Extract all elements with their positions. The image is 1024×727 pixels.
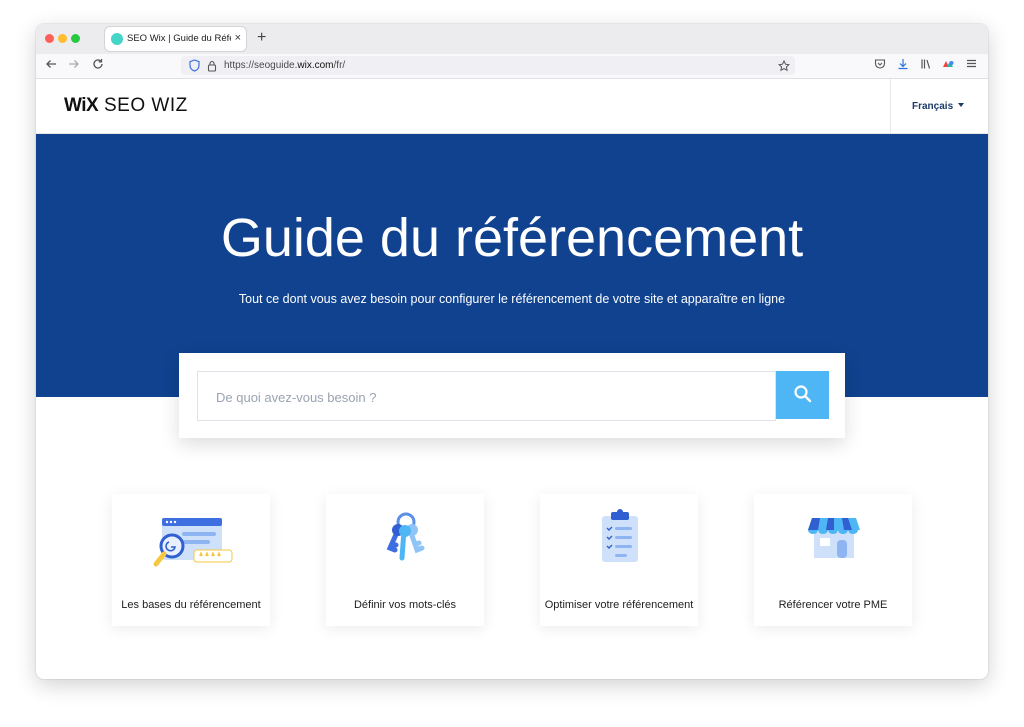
forward-arrow-icon[interactable] <box>68 57 80 75</box>
close-window-button[interactable] <box>45 34 54 43</box>
shield-icon[interactable] <box>189 59 200 77</box>
zoom-window-button[interactable] <box>71 34 80 43</box>
new-tab-button[interactable]: + <box>257 28 266 48</box>
language-selector[interactable]: Français <box>890 79 988 133</box>
wix-favicon-icon <box>111 33 123 45</box>
back-arrow-icon[interactable] <box>45 57 57 75</box>
card-label: Optimiser votre référencement <box>544 599 694 611</box>
page-subtitle: Tout ce dont vous avez besoin pour confi… <box>238 292 786 306</box>
keys-icon <box>326 506 484 578</box>
browser-tab[interactable]: SEO Wix | Guide du Référencement × <box>105 27 246 51</box>
clipboard-checklist-icon <box>540 506 698 578</box>
card-smb[interactable]: Référencer votre PME <box>754 494 912 626</box>
card-keywords[interactable]: Définir vos mots-clés <box>326 494 484 626</box>
site-header: WiX SEO WIZ Français <box>36 79 988 134</box>
tab-title: SEO Wix | Guide du Référencement <box>127 33 231 44</box>
site-logo[interactable]: WiX SEO WIZ <box>64 94 188 118</box>
card-label: Référencer votre PME <box>778 599 888 611</box>
search-box <box>197 371 776 421</box>
language-label: Français <box>912 101 954 112</box>
reload-icon[interactable] <box>92 57 104 75</box>
card-optimize[interactable]: Optimiser votre référencement <box>540 494 698 626</box>
card-label: Définir vos mots-clés <box>353 599 457 611</box>
tab-bar: SEO Wix | Guide du Référencement × + <box>36 24 988 54</box>
card-label: Les bases du référencement <box>121 599 261 611</box>
search-card <box>179 353 845 438</box>
star-icon[interactable] <box>777 59 791 77</box>
extension-icon[interactable] <box>942 58 955 75</box>
card-seo-basics[interactable]: Les bases du référencement <box>112 494 270 626</box>
address-bar[interactable]: https://seoguide.wix.com/fr/ <box>181 56 795 75</box>
search-input[interactable] <box>198 372 775 420</box>
page-title: Guide du référencement <box>220 208 804 268</box>
storefront-icon <box>754 506 912 578</box>
browser-window: SEO Wix | Guide du Référencement × + htt… <box>36 24 988 679</box>
lock-icon[interactable] <box>207 59 217 77</box>
pocket-icon[interactable] <box>874 58 886 75</box>
minimize-window-button[interactable] <box>58 34 67 43</box>
menu-icon[interactable] <box>966 58 977 74</box>
library-icon[interactable] <box>920 58 932 75</box>
seo-basics-icon <box>112 506 270 578</box>
tab-close-icon[interactable]: × <box>235 31 241 45</box>
search-button[interactable] <box>776 371 829 419</box>
chevron-down-icon <box>958 103 964 107</box>
url-text: https://seoguide.wix.com/fr/ <box>224 60 346 71</box>
search-icon <box>793 384 813 407</box>
browser-toolbar: https://seoguide.wix.com/fr/ <box>36 54 988 79</box>
download-icon[interactable] <box>897 58 909 75</box>
